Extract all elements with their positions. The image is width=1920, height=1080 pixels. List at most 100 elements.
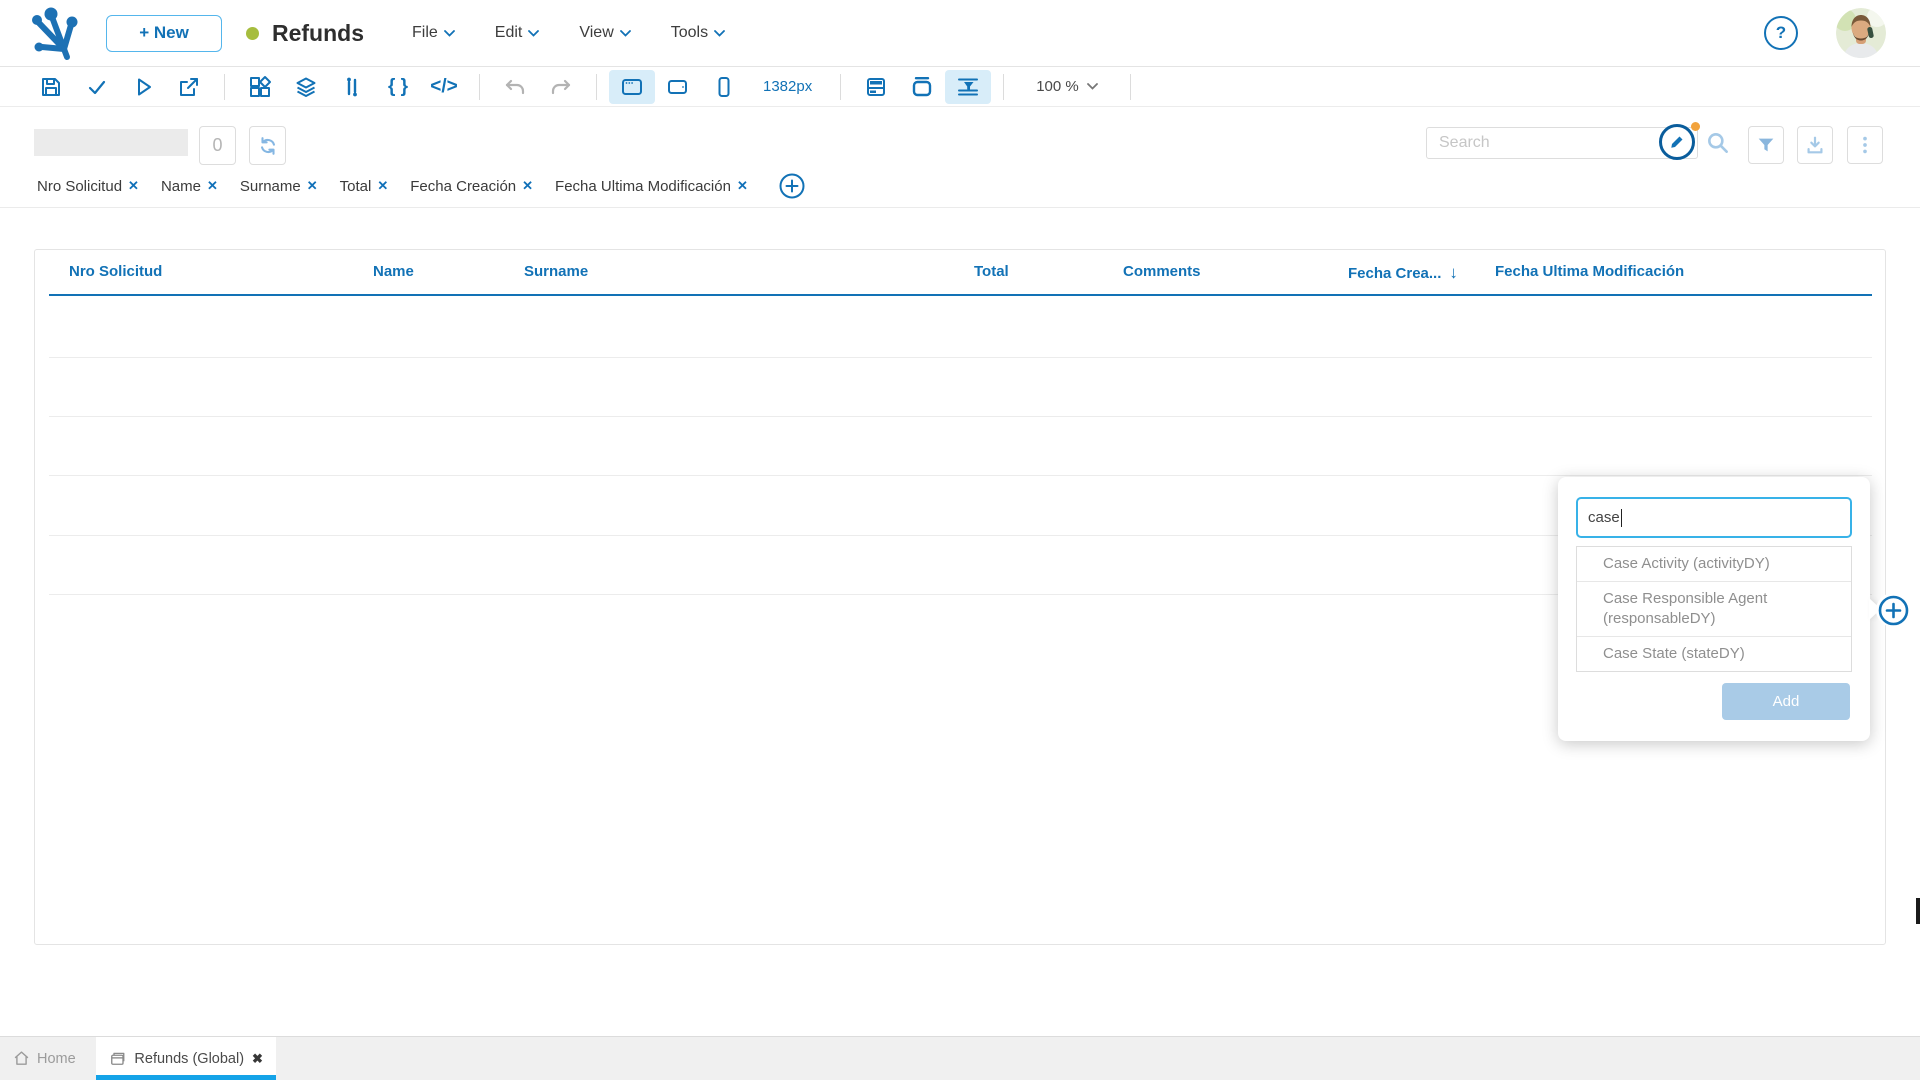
record-count-box: 0 <box>199 126 236 165</box>
status-dot <box>246 27 259 40</box>
column-chip: Name ✕ <box>161 178 218 195</box>
search-input[interactable] <box>1426 127 1698 159</box>
edit-mode-button[interactable] <box>1659 124 1695 160</box>
filter-button[interactable] <box>1748 126 1784 164</box>
home-tab[interactable]: Home <box>13 1037 76 1080</box>
chevron-down-icon <box>714 30 725 37</box>
user-avatar[interactable] <box>1836 8 1886 58</box>
run-button[interactable] <box>120 70 166 104</box>
pages-tab-bar: Home Refunds (Global) ✖ <box>0 1036 1920 1080</box>
chip-remove-icon[interactable]: ✕ <box>128 178 139 194</box>
layout-container-button[interactable] <box>899 70 945 104</box>
row-filter-button[interactable] <box>945 70 991 104</box>
toolbar-separator <box>479 74 480 100</box>
funnel-icon <box>1755 134 1777 156</box>
column-header[interactable]: Nro Solicitud <box>69 263 162 280</box>
column-option[interactable]: Case State (stateDY) <box>1577 636 1851 671</box>
home-icon <box>13 1050 30 1067</box>
help-icon: ? <box>1776 23 1786 43</box>
menu-item[interactable]: Edit <box>495 24 540 42</box>
column-header[interactable]: Total <box>974 263 1009 280</box>
publish-button[interactable] <box>166 70 212 104</box>
notification-dot <box>1691 122 1700 131</box>
toolbar-separator <box>1003 74 1004 100</box>
chip-remove-icon[interactable]: ✕ <box>737 178 748 194</box>
pencil-icon <box>1669 134 1685 150</box>
table-row <box>49 475 1872 476</box>
undo-button[interactable] <box>492 70 538 104</box>
menu-item[interactable]: View <box>579 24 630 42</box>
column-header[interactable]: Comments <box>1123 263 1201 280</box>
zoom-control[interactable]: 100 % <box>1036 78 1098 95</box>
chevron-down-icon <box>1087 83 1098 90</box>
chip-remove-icon[interactable]: ✕ <box>522 178 533 194</box>
connectors-button[interactable] <box>329 70 375 104</box>
menu-item[interactable]: Tools <box>671 24 725 42</box>
save-button[interactable] <box>28 70 74 104</box>
column-options-list: Case Activity (activityDY)Case Responsib… <box>1576 546 1852 672</box>
redo-button[interactable] <box>538 70 584 104</box>
page-title: Refunds <box>272 20 364 47</box>
text-cursor <box>1621 509 1623 527</box>
divider <box>0 207 1920 208</box>
tablet-viewport-button[interactable] <box>655 70 701 104</box>
add-chip-button[interactable] <box>778 172 806 200</box>
plus-circle-icon <box>1877 594 1910 627</box>
editor-toolbar: { } </> 1382px <box>0 67 1920 107</box>
add-column-button[interactable] <box>1876 593 1910 627</box>
new-button[interactable]: + New <box>106 15 222 52</box>
plus-circle-icon <box>778 172 806 200</box>
header-underline <box>49 294 1872 296</box>
column-chips-row: Nro Solicitud ✕ Name ✕ Surname ✕ Total ✕… <box>37 172 806 200</box>
column-header[interactable]: Fecha Crea... ↓ <box>1348 263 1458 283</box>
table-row <box>49 357 1872 358</box>
menu-item[interactable]: File <box>412 24 455 42</box>
column-header[interactable]: Name <box>373 263 414 280</box>
kebab-menu-icon <box>1854 134 1876 156</box>
column-chip: Nro Solicitud ✕ <box>37 178 139 195</box>
code-button[interactable]: </> <box>421 70 467 104</box>
toolbar-separator <box>224 74 225 100</box>
page-tab[interactable]: Refunds (Global) ✖ <box>96 1037 276 1080</box>
loading-skeleton-bar <box>34 129 188 156</box>
chevron-down-icon <box>528 30 539 37</box>
column-header[interactable]: Surname <box>524 263 588 280</box>
widgets-button[interactable] <box>237 70 283 104</box>
add-button[interactable]: Add <box>1722 683 1850 720</box>
top-bar: + New Refunds File Edit View Tools <box>0 0 1920 67</box>
page-icon <box>108 1050 126 1068</box>
search-icon[interactable] <box>1705 130 1731 156</box>
add-column-popup: case Case Activity (activityDY)Case Resp… <box>1558 477 1870 741</box>
refresh-icon <box>257 135 279 157</box>
phone-viewport-button[interactable] <box>701 70 747 104</box>
app-window: + New Refunds File Edit View Tools <box>0 0 1920 1080</box>
refresh-button[interactable] <box>249 126 286 165</box>
screen-edge-artifact <box>1916 898 1920 924</box>
column-option[interactable]: Case Responsible Agent (responsableDY) <box>1577 581 1851 636</box>
close-icon[interactable]: ✖ <box>252 1051 263 1067</box>
help-button[interactable]: ? <box>1764 16 1798 50</box>
chip-remove-icon[interactable]: ✕ <box>207 178 218 194</box>
column-chip: Total ✕ <box>340 178 389 195</box>
layout-header-footer-button[interactable] <box>853 70 899 104</box>
app-logo-icon[interactable] <box>26 5 78 61</box>
toolbar-separator <box>840 74 841 100</box>
desktop-viewport-button[interactable] <box>609 70 655 104</box>
code-icon: </> <box>430 77 457 96</box>
layers-button[interactable] <box>283 70 329 104</box>
toolbar-separator <box>596 74 597 100</box>
menu-bar: File Edit View Tools <box>412 24 725 42</box>
validate-button[interactable] <box>74 70 120 104</box>
braces-button[interactable]: { } <box>375 70 421 104</box>
download-icon <box>1804 134 1826 156</box>
more-options-button[interactable] <box>1847 126 1883 164</box>
column-chip: Fecha Ultima Modificación ✕ <box>555 178 748 195</box>
column-option[interactable]: Case Activity (activityDY) <box>1577 547 1851 581</box>
chip-remove-icon[interactable]: ✕ <box>307 178 318 194</box>
download-button[interactable] <box>1797 126 1833 164</box>
column-search-input[interactable]: case <box>1576 497 1852 538</box>
column-chip: Surname ✕ <box>240 178 318 195</box>
column-header[interactable]: Fecha Ultima Modificación <box>1495 263 1684 280</box>
chip-remove-icon[interactable]: ✕ <box>377 178 388 194</box>
viewport-width-value: 1382px <box>763 78 812 95</box>
